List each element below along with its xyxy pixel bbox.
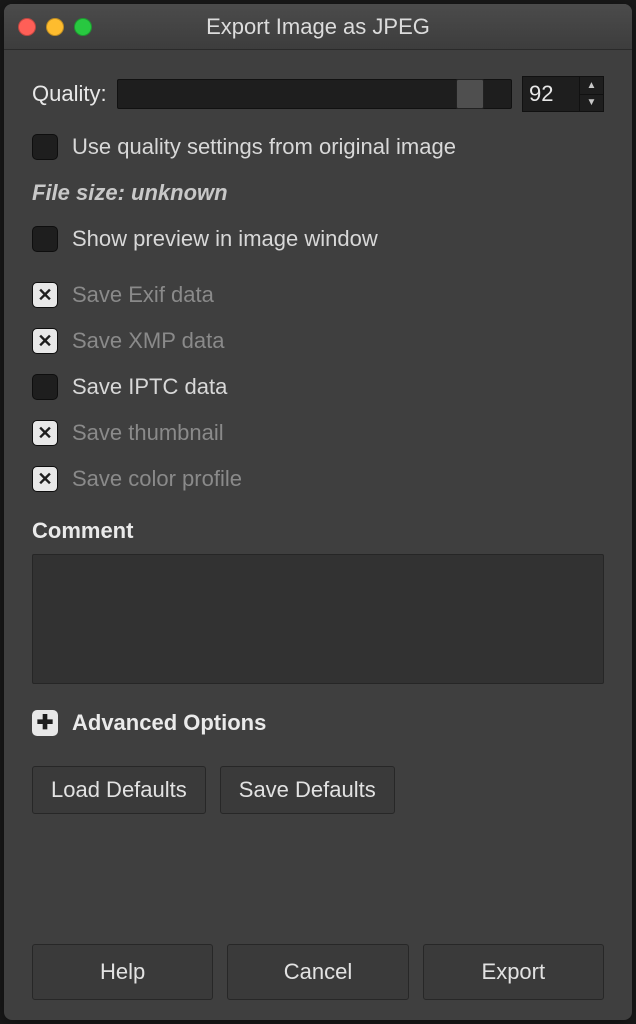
quality-slider[interactable] <box>117 79 512 109</box>
zoom-window-button[interactable] <box>74 18 92 36</box>
show-preview-label: Show preview in image window <box>72 226 378 252</box>
save-iptc-checkbox[interactable] <box>32 374 58 400</box>
footer-buttons: Help Cancel Export <box>32 944 604 1000</box>
quality-label: Quality: <box>32 81 107 107</box>
load-defaults-button[interactable]: Load Defaults <box>32 766 206 814</box>
save-color-profile-checkbox[interactable]: ✕ <box>32 466 58 492</box>
save-exif-row: ✕ Save Exif data <box>32 282 604 308</box>
check-icon: ✕ <box>37 332 52 350</box>
export-jpeg-dialog: Export Image as JPEG Quality: ▲ ▼ Use qu… <box>4 4 632 1020</box>
save-xmp-checkbox[interactable]: ✕ <box>32 328 58 354</box>
titlebar: Export Image as JPEG <box>4 4 632 50</box>
save-iptc-label: Save IPTC data <box>72 374 227 400</box>
save-xmp-label: Save XMP data <box>72 328 224 354</box>
dialog-content: Quality: ▲ ▼ Use quality settings from o… <box>4 50 632 1020</box>
window-controls <box>18 18 92 36</box>
quality-spin-buttons: ▲ ▼ <box>580 76 604 112</box>
use-original-quality-label: Use quality settings from original image <box>72 134 456 160</box>
file-size-text: File size: unknown <box>32 180 604 206</box>
save-thumbnail-row: ✕ Save thumbnail <box>32 420 604 446</box>
save-xmp-row: ✕ Save XMP data <box>32 328 604 354</box>
use-original-quality-checkbox[interactable] <box>32 134 58 160</box>
minimize-window-button[interactable] <box>46 18 64 36</box>
save-thumbnail-label: Save thumbnail <box>72 420 224 446</box>
save-color-profile-label: Save color profile <box>72 466 242 492</box>
show-preview-row: Show preview in image window <box>32 226 604 252</box>
comment-label: Comment <box>32 518 604 544</box>
save-defaults-button[interactable]: Save Defaults <box>220 766 395 814</box>
help-button[interactable]: Help <box>32 944 213 1000</box>
defaults-row: Load Defaults Save Defaults <box>32 766 604 814</box>
export-button[interactable]: Export <box>423 944 604 1000</box>
use-original-quality-row: Use quality settings from original image <box>32 134 604 160</box>
quality-row: Quality: ▲ ▼ <box>32 76 604 112</box>
save-color-profile-row: ✕ Save color profile <box>32 466 604 492</box>
quality-step-down[interactable]: ▼ <box>580 95 603 112</box>
window-title: Export Image as JPEG <box>4 14 632 40</box>
check-icon: ✕ <box>37 470 52 488</box>
quality-spinbox: ▲ ▼ <box>522 76 604 112</box>
save-exif-label: Save Exif data <box>72 282 214 308</box>
save-exif-checkbox[interactable]: ✕ <box>32 282 58 308</box>
close-window-button[interactable] <box>18 18 36 36</box>
check-icon: ✕ <box>37 286 52 304</box>
comment-textarea[interactable] <box>32 554 604 684</box>
quality-step-up[interactable]: ▲ <box>580 77 603 95</box>
save-thumbnail-checkbox[interactable]: ✕ <box>32 420 58 446</box>
check-icon: ✕ <box>37 424 52 442</box>
show-preview-checkbox[interactable] <box>32 226 58 252</box>
save-iptc-row: Save IPTC data <box>32 374 604 400</box>
advanced-options-label: Advanced Options <box>72 710 266 736</box>
quality-input[interactable] <box>522 76 580 112</box>
advanced-options-row[interactable]: ✚ Advanced Options <box>32 710 604 736</box>
expand-icon: ✚ <box>32 710 58 736</box>
quality-slider-thumb[interactable] <box>456 79 484 109</box>
cancel-button[interactable]: Cancel <box>227 944 408 1000</box>
